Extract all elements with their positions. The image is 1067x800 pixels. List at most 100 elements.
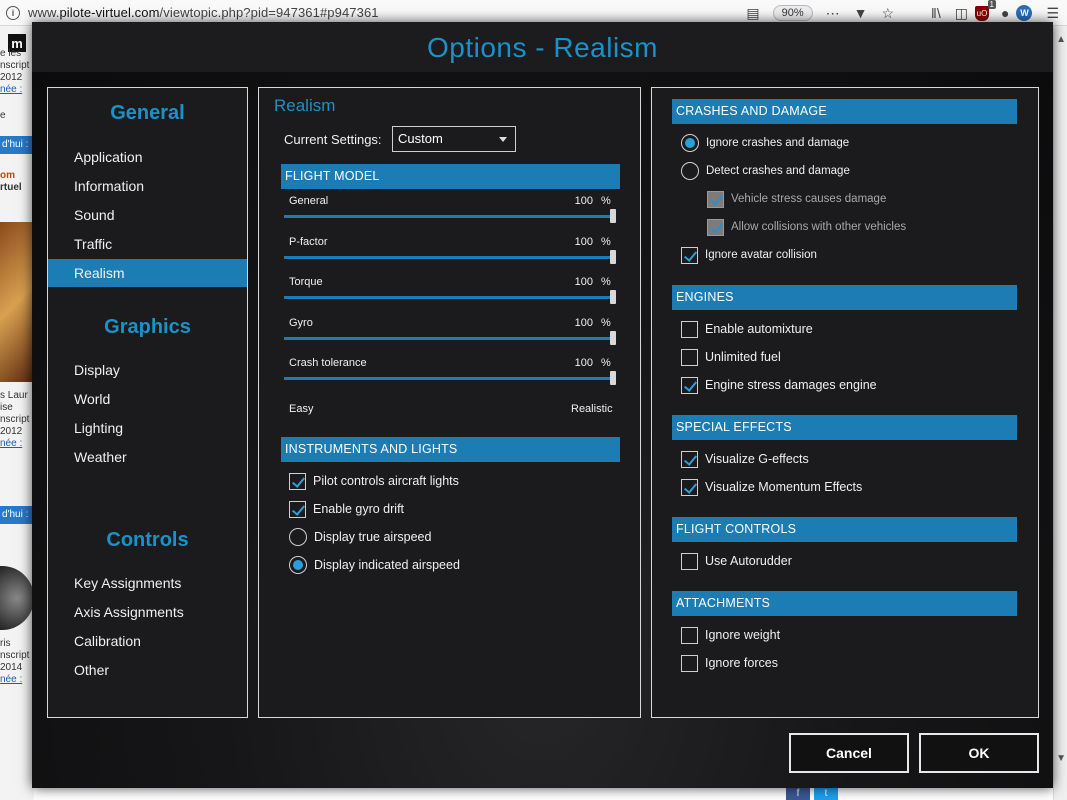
bg-link[interactable]: née : <box>0 84 34 96</box>
ignore-weight-option[interactable]: Ignore weight <box>681 625 780 645</box>
nav-item-realism[interactable]: Realism <box>48 259 247 287</box>
nav-item-calibration[interactable]: Calibration <box>48 627 247 655</box>
autorudder-checkbox[interactable] <box>681 552 698 570</box>
sidebar-icon[interactable]: ◫ <box>955 5 968 22</box>
ignore-crashes-radio[interactable] <box>681 134 699 152</box>
bookmark-star-icon[interactable]: ☆ <box>881 5 894 22</box>
slider-track[interactable] <box>284 256 613 259</box>
indicated-airspeed-label: Display indicated airspeed <box>314 558 460 572</box>
bg-link[interactable]: née : <box>0 438 34 450</box>
cancel-button[interactable]: Cancel <box>789 733 909 773</box>
scroll-down-icon[interactable]: ▼ <box>1056 753 1066 764</box>
nav-item-sound[interactable]: Sound <box>48 201 247 229</box>
attachments-header: ATTACHMENTS <box>672 591 1017 616</box>
slider-thumb[interactable] <box>610 250 616 264</box>
scroll-up-icon[interactable]: ▲ <box>1056 34 1066 45</box>
gyro-drift-checkbox[interactable] <box>289 500 306 518</box>
automixture-option[interactable]: Enable automixture <box>681 319 813 339</box>
avatar-collision-checkbox[interactable] <box>681 246 698 264</box>
slider-label: P-factor <box>289 236 328 248</box>
nav-item-application[interactable]: Application <box>48 143 247 171</box>
reader-view-icon[interactable]: ▤ <box>746 5 759 22</box>
slider-thumb[interactable] <box>610 209 616 223</box>
indicated-airspeed-radio[interactable] <box>289 556 307 574</box>
instruments-lights-header: INSTRUMENTS AND LIGHTS <box>281 437 620 462</box>
gyro-drift-option[interactable]: Enable gyro drift <box>289 499 404 519</box>
ignore-forces-checkbox[interactable] <box>681 654 698 672</box>
social-buttons: f t <box>786 788 838 800</box>
slider-thumb[interactable] <box>610 331 616 345</box>
page-info-icon[interactable]: i <box>6 5 20 20</box>
url-bar[interactable]: www.pilote-virtuel.com/viewtopic.php?pid… <box>28 5 379 20</box>
unlimited-fuel-option[interactable]: Unlimited fuel <box>681 347 781 367</box>
nav-item-information[interactable]: Information <box>48 172 247 200</box>
vehicle-stress-label: Vehicle stress causes damage <box>731 193 887 205</box>
zoom-level-badge[interactable]: 90% <box>772 5 813 21</box>
extension-icon[interactable]: ● <box>1001 5 1009 21</box>
engine-stress-checkbox[interactable] <box>681 376 698 394</box>
ublock-icon[interactable]: WuO1 <box>974 0 996 21</box>
unlimited-fuel-checkbox[interactable] <box>681 348 698 366</box>
menu-icon[interactable]: ☰ <box>1046 5 1059 22</box>
indicated-airspeed-option[interactable]: Display indicated airspeed <box>289 555 460 575</box>
library-icon[interactable]: ‖\ <box>931 5 941 21</box>
autorudder-label: Use Autorudder <box>705 554 792 568</box>
nav-item-axis-assignments[interactable]: Axis Assignments <box>48 598 247 626</box>
true-airspeed-radio[interactable] <box>289 528 307 546</box>
slider-track[interactable] <box>284 215 613 218</box>
slider-thumb[interactable] <box>610 371 616 385</box>
momentum-effects-checkbox[interactable] <box>681 478 698 496</box>
bg-text: ise <box>0 402 13 413</box>
w-extension-icon[interactable]: W <box>1016 5 1033 21</box>
slider-track[interactable] <box>284 377 613 380</box>
realism-panel: Realism Current Settings: Custom FLIGHT … <box>258 87 641 718</box>
pilot-lights-checkbox[interactable] <box>289 472 306 490</box>
special-effects-header: SPECIAL EFFECTS <box>672 415 1017 440</box>
pocket-icon[interactable]: ▼ <box>854 5 868 21</box>
ignore-forces-label: Ignore forces <box>705 656 778 670</box>
avatar-collision-option[interactable]: Ignore avatar collision <box>681 245 817 265</box>
g-effects-option[interactable]: Visualize G-effects <box>681 449 809 469</box>
nav-item-other[interactable]: Other <box>48 656 247 684</box>
page-scrollbar[interactable]: ▲ ▼ <box>1053 26 1067 800</box>
autorudder-option[interactable]: Use Autorudder <box>681 551 792 571</box>
pilot-lights-option[interactable]: Pilot controls aircraft lights <box>289 471 459 491</box>
facebook-icon[interactable]: f <box>786 788 810 800</box>
nav-section-controls: Controls <box>106 529 189 551</box>
url-host: pilote-virtuel.com <box>59 5 160 20</box>
more-actions-icon[interactable]: ⋯ <box>826 5 840 22</box>
bg-text: s Laur <box>0 390 28 401</box>
nav-item-lighting[interactable]: Lighting <box>48 414 247 442</box>
allow-collisions-checkbox <box>707 218 724 236</box>
nav-item-traffic[interactable]: Traffic <box>48 230 247 258</box>
nav-item-key-assignments[interactable]: Key Assignments <box>48 569 247 597</box>
bg-text: 2012 <box>0 426 23 437</box>
slider-track[interactable] <box>284 296 613 299</box>
bg-text: ris <box>0 638 11 649</box>
ignore-crashes-option[interactable]: Ignore crashes and damage <box>681 133 849 153</box>
ignore-forces-option[interactable]: Ignore forces <box>681 653 778 673</box>
nav-item-world[interactable]: World <box>48 385 247 413</box>
twitter-icon[interactable]: t <box>814 788 838 800</box>
engine-stress-option[interactable]: Engine stress damages engine <box>681 375 877 395</box>
nav-item-display[interactable]: Display <box>48 356 247 384</box>
slider-track[interactable] <box>284 337 613 340</box>
current-settings-dropdown[interactable]: Custom <box>392 126 516 152</box>
detect-crashes-radio[interactable] <box>681 162 699 180</box>
ok-button[interactable]: OK <box>919 733 1039 773</box>
slider-thumb[interactable] <box>610 290 616 304</box>
ignore-weight-checkbox[interactable] <box>681 626 698 644</box>
detect-crashes-option[interactable]: Detect crashes and damage <box>681 161 850 181</box>
nav-item-weather[interactable]: Weather <box>48 443 247 471</box>
bg-text: nscript <box>0 650 30 661</box>
bg-link[interactable]: née : <box>0 674 34 686</box>
automixture-checkbox[interactable] <box>681 320 698 338</box>
ublock-count-badge: 1 <box>987 0 996 9</box>
true-airspeed-option[interactable]: Display true airspeed <box>289 527 431 547</box>
momentum-effects-option[interactable]: Visualize Momentum Effects <box>681 477 862 497</box>
g-effects-checkbox[interactable] <box>681 450 698 468</box>
bg-text: 2014 <box>0 662 23 673</box>
realism-options-panel: CRASHES AND DAMAGE Ignore crashes and da… <box>651 87 1039 718</box>
pilot-lights-label: Pilot controls aircraft lights <box>313 474 459 488</box>
slider-value: 100 <box>574 276 593 288</box>
